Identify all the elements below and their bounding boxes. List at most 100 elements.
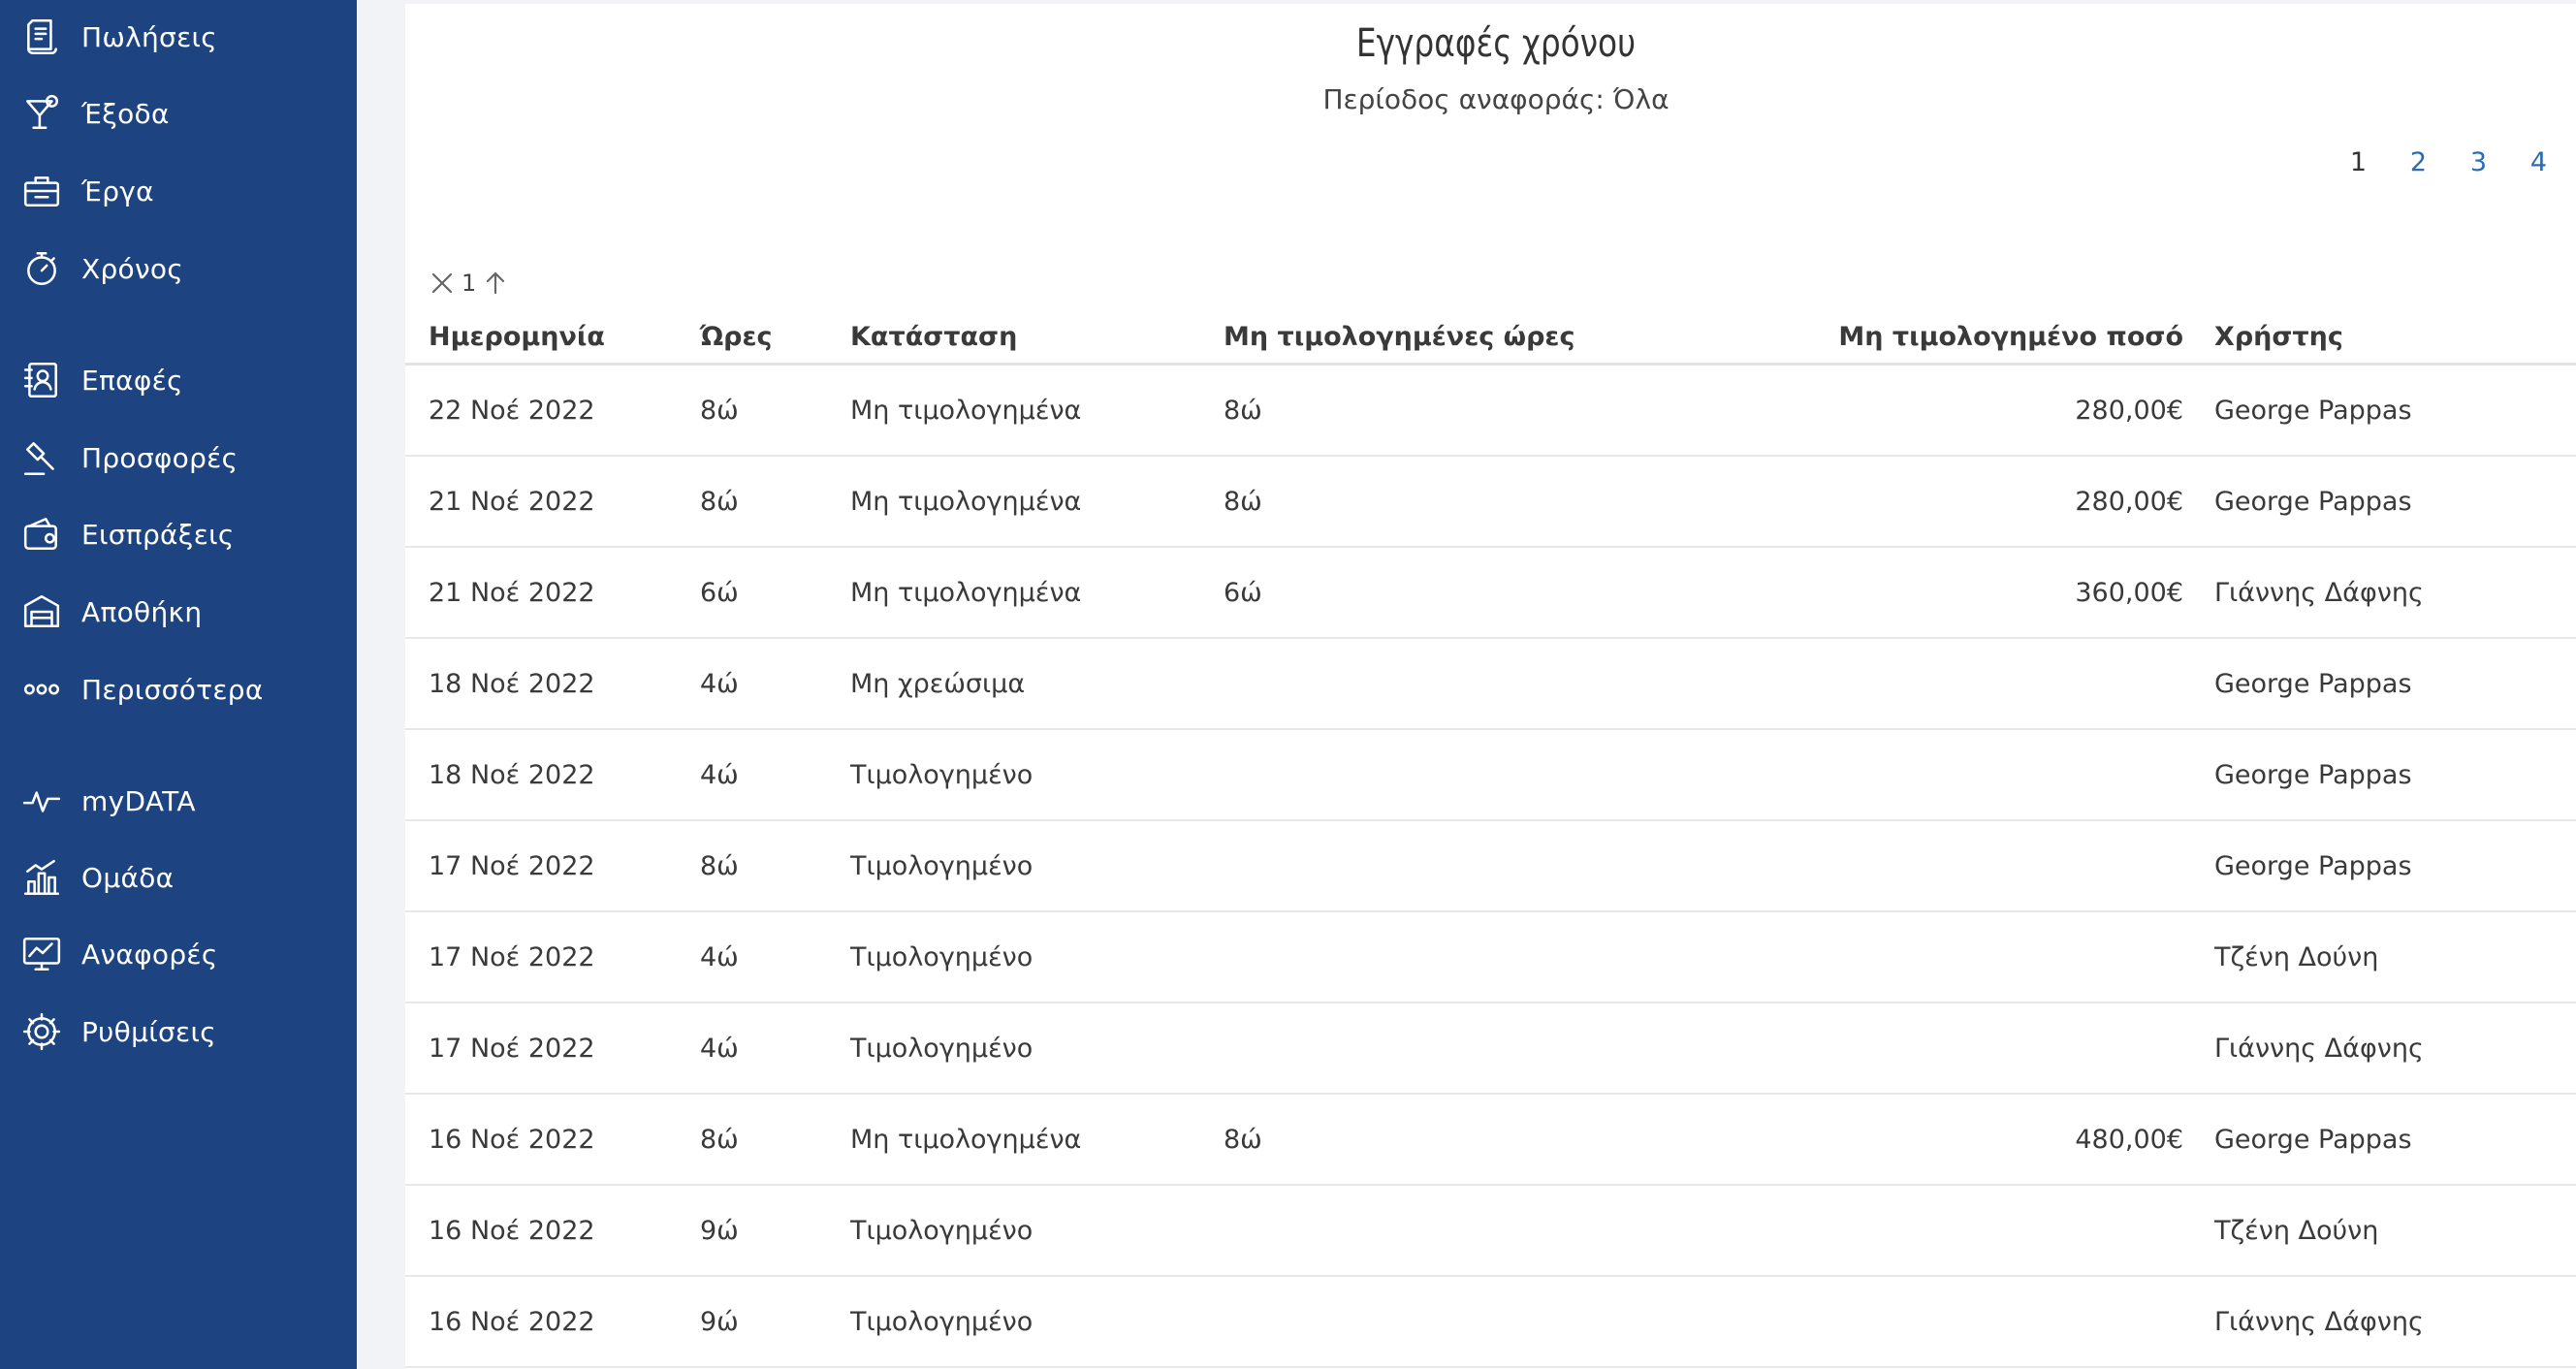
cell-unbilled-hours: 8ώ [1224,1094,1747,1186]
cell-user: Τζένη Δούνη [2214,1185,2576,1277]
column-header-user[interactable]: Χρήστης [2214,310,2576,366]
cell-date: 17 Νοέ 2022 [405,911,700,1003]
table-row[interactable]: 18 Νοέ 2022 4ώ Μη χρεώσιμα George Pappas [405,638,2576,730]
cell-user: George Pappas [2214,364,2576,457]
wallet-icon [19,512,64,557]
sidebar-item-receipts[interactable]: Εισπράξεις [19,505,349,563]
sidebar-item-team[interactable]: Ομάδα [19,848,349,907]
cell-status: Μη τιμολογημένα [850,456,1224,548]
page-4[interactable]: 4 [2487,147,2547,177]
cell-unbilled-amount: 280,00€ [1747,364,2214,457]
cell-status: Τιμολογημένο [850,1185,1224,1277]
table-row[interactable]: 18 Νοέ 2022 4ώ Τιμολογημένο George Pappa… [405,729,2576,821]
arrow-up-icon[interactable] [482,270,509,297]
table-row[interactable]: 16 Νοέ 2022 9ώ Τιμολογημένο Τζένη Δούνη [405,1185,2576,1277]
sidebar-item-label: Εισπράξεις [81,518,235,551]
cell-user: Γιάννης Δάφνης [2214,1003,2576,1095]
table-row[interactable]: 17 Νοέ 2022 4ώ Τιμολογημένο Γιάννης Δάφν… [405,1003,2576,1095]
cell-user: Τζένη Δούνη [2214,911,2576,1003]
gavel-icon [19,435,64,480]
cell-date: 18 Νοέ 2022 [405,729,700,821]
table-row[interactable]: 17 Νοέ 2022 4ώ Τιμολογημένο Τζένη Δούνη [405,911,2576,1003]
sidebar-item-offers[interactable]: Προσφορές [19,429,349,487]
cell-date: 16 Νοέ 2022 [405,1276,700,1368]
table-row[interactable]: 21 Νοέ 2022 8ώ Μη τιμολογημένα 8ώ 280,00… [405,456,2576,548]
table-row[interactable]: 21 Νοέ 2022 6ώ Μη τιμολογημένα 6ώ 360,00… [405,547,2576,639]
sidebar-item-reports[interactable]: Αναφορές [19,925,349,983]
sidebar-item-more[interactable]: Περισσότερα [19,660,349,718]
report-title: Εγγραφές χρόνου [1355,21,1637,66]
cell-date: 21 Νοέ 2022 [405,547,700,639]
sidebar-item-time[interactable]: Χρόνος [19,239,349,298]
cell-unbilled-hours: 8ώ [1224,364,1747,457]
team-chart-icon [19,855,64,900]
contacts-icon [19,358,64,402]
cell-status: Μη χρεώσιμα [850,638,1224,730]
page-2[interactable]: 2 [2367,147,2427,177]
column-header-unbilled-amount[interactable]: Μη τιμολογημένο ποσό [1747,310,2214,366]
sidebar-item-label: Περισσότερα [81,673,264,706]
cell-user: Γιάννης Δάφνης [2214,547,2576,639]
report-period: Περίοδος αναφοράς: Όλα [1322,83,1670,115]
cell-user: George Pappas [2214,729,2576,821]
cell-status: Τιμολογημένο [850,820,1224,912]
sidebar-item-label: Έξοδα [81,97,170,130]
table-row[interactable]: 16 Νοέ 2022 8ώ Μη τιμολογημένα 8ώ 480,00… [405,1094,2576,1186]
cell-date: 16 Νοέ 2022 [405,1185,700,1277]
column-header-status[interactable]: Κατάσταση [850,310,1224,366]
cell-user: George Pappas [2214,638,2576,730]
cell-unbilled-hours [1224,911,1747,1003]
sidebar-item-label: Ρυθμίσεις [81,1015,216,1048]
sidebar-item-sales[interactable]: Πωλήσεις [19,8,349,66]
cell-hours: 6ώ [700,547,850,639]
cell-unbilled-hours [1224,1003,1747,1095]
sidebar-item-label: Αναφορές [81,938,218,971]
sidebar-item-label: myDATA [81,784,196,817]
cell-unbilled-hours [1224,729,1747,821]
cell-unbilled-amount [1747,1003,2214,1095]
table-row[interactable]: 17 Νοέ 2022 8ώ Τιμολογημένο George Pappa… [405,820,2576,912]
cell-unbilled-amount [1747,638,2214,730]
cell-hours: 8ώ [700,820,850,912]
table-row[interactable]: 22 Νοέ 2022 8ώ Μη τιμολογημένα 8ώ 280,00… [405,364,2576,457]
cell-unbilled-amount [1747,1276,2214,1368]
cell-unbilled-hours [1224,820,1747,912]
cell-date: 21 Νοέ 2022 [405,456,700,548]
cell-unbilled-amount: 360,00€ [1747,547,2214,639]
cell-status: Τιμολογημένο [850,729,1224,821]
column-header-hours[interactable]: Ώρες [700,310,850,366]
pagination: 1 2 3 4 [2306,147,2547,177]
sidebar-item-contacts[interactable]: Επαφές [19,351,349,409]
cocktail-icon [19,91,64,136]
cell-unbilled-hours [1224,1276,1747,1368]
clear-sort-icon[interactable] [429,270,456,297]
page-3[interactable]: 3 [2427,147,2487,177]
cell-date: 16 Νοέ 2022 [405,1094,700,1186]
column-header-unbilled-hours[interactable]: Μη τιμολογημένες ώρες [1224,310,1747,366]
sidebar-item-settings[interactable]: Ρυθμίσεις [19,1003,349,1061]
cell-hours: 8ώ [700,456,850,548]
cell-user: George Pappas [2214,820,2576,912]
gear-icon [19,1009,64,1054]
sidebar: Πωλήσεις Έξοδα Έργα Χρόνος Επαφές Προσφο… [0,0,357,1369]
sidebar-item-label: Χρόνος [81,252,184,285]
stopwatch-icon [19,246,64,291]
more-dots-icon [19,667,64,712]
sidebar-item-label: Έργα [81,175,154,207]
sidebar-item-projects[interactable]: Έργα [19,162,349,220]
cell-status: Τιμολογημένο [850,911,1224,1003]
sidebar-item-mydata[interactable]: myDATA [19,772,349,830]
cell-hours: 8ώ [700,1094,850,1186]
column-header-date[interactable]: Ημερομηνία [405,310,700,366]
table-header-row: Ημερομηνία Ώρες Κατάσταση Μη τιμολογημέν… [405,310,2576,366]
cell-unbilled-amount: 280,00€ [1747,456,2214,548]
cell-date: 18 Νοέ 2022 [405,638,700,730]
invoice-icon [19,15,64,59]
table-row[interactable]: 16 Νοέ 2022 9ώ Τιμολογημένο Γιάννης Δάφν… [405,1276,2576,1368]
page-1[interactable]: 1 [2306,147,2367,177]
cell-unbilled-hours [1224,1185,1747,1277]
cell-unbilled-amount: 480,00€ [1747,1094,2214,1186]
sidebar-item-label: Ομάδα [81,861,175,894]
sidebar-item-warehouse[interactable]: Αποθήκη [19,583,349,641]
sidebar-item-expenses[interactable]: Έξοδα [19,84,349,143]
